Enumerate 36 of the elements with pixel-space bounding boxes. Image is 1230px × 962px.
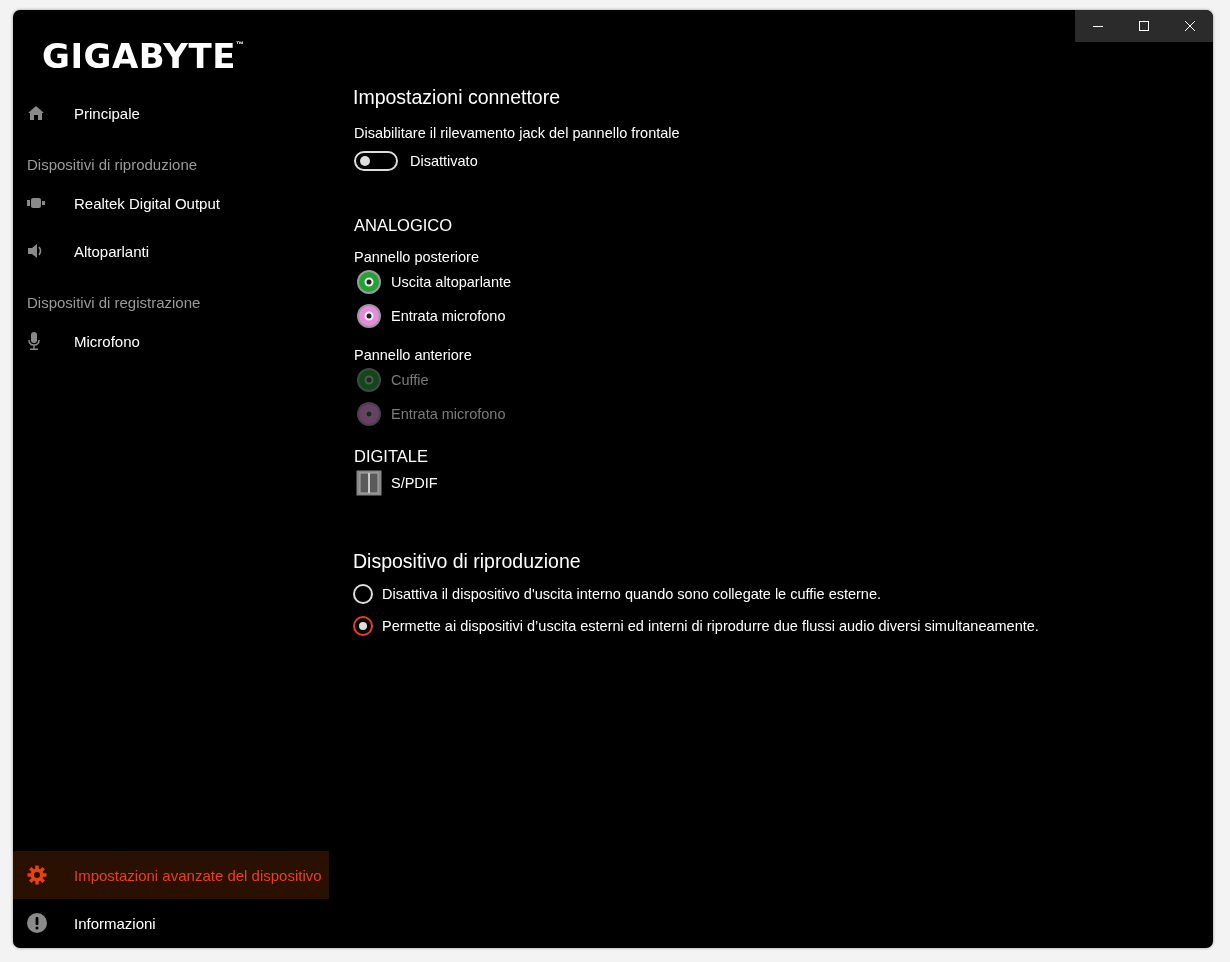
close-icon xyxy=(1185,21,1195,31)
jack-label: Uscita altoparlante xyxy=(391,274,512,290)
nav-item[interactable]: Microfono xyxy=(13,317,329,365)
panel-heading: Pannello posteriore xyxy=(354,249,480,265)
jack-label: Cuffie xyxy=(391,372,429,388)
nav-item[interactable]: Informazioni xyxy=(13,899,329,947)
microphone-icon xyxy=(27,332,41,350)
radio-option[interactable]: Disattiva il dispositivo d'uscita interno quando sono collegate le cuffie esterne. xyxy=(353,578,1213,610)
logo-text: GIGABYTE xyxy=(42,36,236,76)
category-heading: ANALOGICO xyxy=(354,216,454,235)
category-heading: DIGITALE xyxy=(354,447,429,466)
nav-item[interactable]: Impostazioni avanzate del dispositivo xyxy=(13,851,329,899)
section-heading: Dispositivi di registrazione xyxy=(26,292,202,313)
trademark-sign: ™ xyxy=(235,40,245,49)
section-heading: Dispositivi di riproduzione xyxy=(26,154,199,175)
home-icon xyxy=(27,105,45,121)
port-label: S/PDIF xyxy=(391,475,438,491)
jack-label: Entrata microfono xyxy=(391,308,506,324)
minimize-icon xyxy=(1093,25,1103,27)
toggle-switch[interactable] xyxy=(354,151,398,171)
jack-label: Entrata microfono xyxy=(391,406,506,422)
info-icon xyxy=(27,913,47,933)
optical-port-icon xyxy=(356,470,382,496)
maximize-icon xyxy=(1139,21,1149,31)
nav-item[interactable]: Principale xyxy=(13,89,329,137)
section-title: Impostazioni connettore xyxy=(353,86,562,109)
nav-item[interactable]: Realtek Digital Output xyxy=(13,179,329,227)
connector-icon xyxy=(27,198,45,208)
nav-item[interactable]: Altoparlanti xyxy=(13,227,329,275)
panel-heading: Pannello anteriore xyxy=(354,347,473,363)
setting-label: Disabilitare il rilevamento jack del pannello frontale xyxy=(354,125,681,141)
radio-button[interactable] xyxy=(353,616,373,636)
toggle-state: Disattivato xyxy=(410,153,478,169)
settings-icon xyxy=(27,865,47,885)
radio-option[interactable]: Permette ai dispositivi d’uscita esterni ed interni di riprodurre due flussi audio diversi simultaneamente. xyxy=(353,610,1213,642)
section-title: Dispositivo di riproduzione xyxy=(353,550,582,573)
